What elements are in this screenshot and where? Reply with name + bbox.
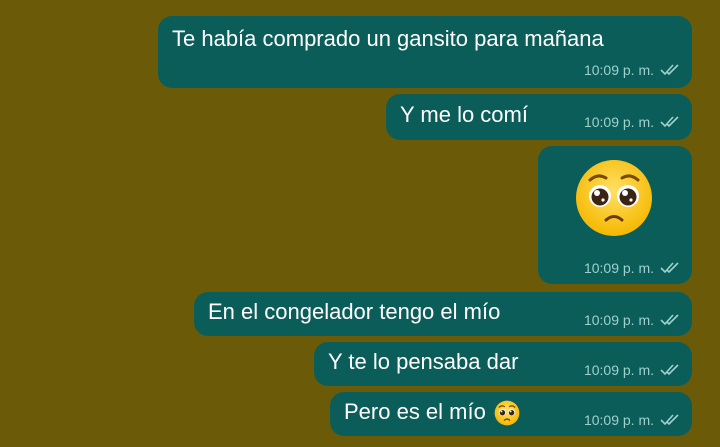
message-text: Te había comprado un gansito para mañana [172, 26, 604, 51]
message-bubble[interactable]: Pero es el mío 10:09 p. m. [330, 392, 692, 436]
message-text: En el congelador tengo el mío [208, 299, 501, 324]
message-time: 10:09 p. m. [583, 312, 654, 328]
message-time: 10:09 p. m. [583, 62, 654, 78]
message-text-wrap: Pero es el mío [344, 399, 520, 426]
message-time: 10:09 p. m. [583, 412, 654, 428]
double-check-icon [660, 262, 680, 274]
message-text: Y te lo pensaba dar [328, 349, 519, 374]
message-time: 10:09 p. m. [583, 260, 654, 276]
message-bubble[interactable]: Y te lo pensaba dar 10:09 p. m. [314, 342, 692, 386]
message-bubble[interactable]: En el congelador tengo el mío 10:09 p. m… [194, 292, 692, 336]
message-meta: 10:09 p. m. [584, 62, 680, 78]
message-text: Y me lo comí [400, 102, 528, 127]
double-check-icon [660, 314, 680, 326]
double-check-icon [660, 364, 680, 376]
message-meta: 10:09 p. m. [584, 312, 680, 328]
message-time: 10:09 p. m. [583, 362, 654, 378]
message-bubble[interactable]: Te había comprado un gansito para mañana… [158, 16, 692, 88]
message-meta: 10:09 p. m. [584, 260, 680, 276]
double-check-icon [660, 414, 680, 426]
message-bubble[interactable]: Y me lo comí 10:09 p. m. [386, 94, 692, 140]
message-meta: 10:09 p. m. [584, 412, 680, 428]
message-time: 10:09 p. m. [583, 114, 654, 130]
message-bubble[interactable]: 10:09 p. m. [538, 146, 692, 284]
message-meta: 10:09 p. m. [584, 114, 680, 130]
double-check-icon [660, 116, 680, 128]
double-check-icon [660, 64, 680, 76]
chat-thread: Te había comprado un gansito para mañana… [0, 0, 720, 447]
message-meta: 10:09 p. m. [584, 362, 680, 378]
message-text: Pero es el mío [344, 399, 486, 424]
pleading-face-icon [494, 400, 520, 426]
pleading-face-icon [576, 160, 652, 236]
